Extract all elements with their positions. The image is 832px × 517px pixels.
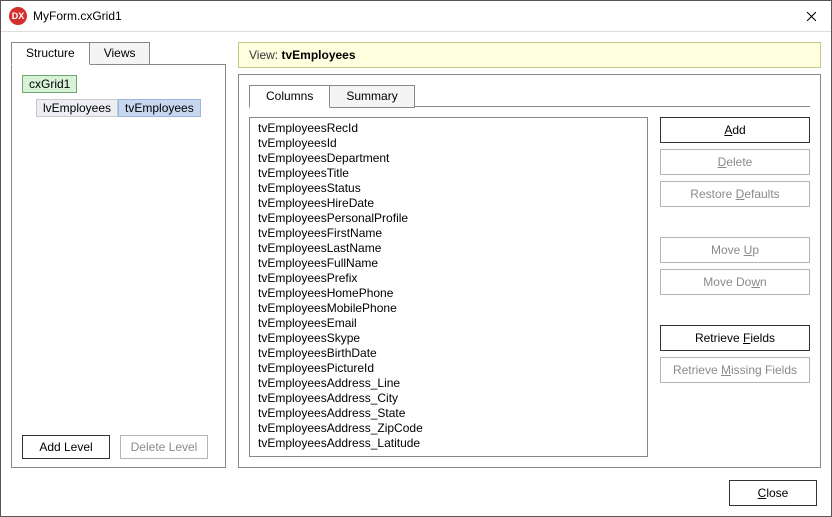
list-item[interactable]: tvEmployeesAddress_Latitude	[250, 436, 647, 451]
tab-structure[interactable]: Structure	[11, 42, 90, 65]
list-item[interactable]: tvEmployeesAddress_ZipCode	[250, 421, 647, 436]
side-buttons: Add Delete Restore Defaults Move Up Move…	[660, 117, 810, 457]
retrieve-missing-fields-button: Retrieve Missing Fields	[660, 357, 810, 383]
view-header-label: View:	[249, 48, 278, 62]
list-item[interactable]: tvEmployeesTitle	[250, 166, 647, 181]
list-item[interactable]: tvEmployeesFirstName	[250, 226, 647, 241]
columns-listbox[interactable]: tvEmployeesRecIdtvEmployeesIdtvEmployees…	[249, 117, 648, 457]
close-button[interactable]: Close	[729, 480, 817, 506]
app-icon: DX	[9, 7, 27, 25]
list-item[interactable]: tvEmployeesHireDate	[250, 196, 647, 211]
move-down-button: Move Down	[660, 269, 810, 295]
footer: Close	[1, 474, 831, 516]
restore-defaults-button: Restore Defaults	[660, 181, 810, 207]
list-item[interactable]: tvEmployeesPrefix	[250, 271, 647, 286]
tab-columns[interactable]: Columns	[249, 85, 330, 108]
left-panel: Structure Views cxGrid1 lvEmployeestvEmp…	[11, 42, 226, 468]
list-item[interactable]: tvEmployeesBirthDate	[250, 346, 647, 361]
tree-root[interactable]: cxGrid1	[22, 75, 77, 93]
columns-content: tvEmployeesRecIdtvEmployeesIdtvEmployees…	[249, 117, 810, 457]
tree-item[interactable]: tvEmployees	[118, 99, 201, 117]
list-item[interactable]: tvEmployeesAddress_Line	[250, 376, 647, 391]
list-item[interactable]: tvEmployeesMobilePhone	[250, 301, 647, 316]
right-panel: View: tvEmployees Columns Summary tvEmpl…	[238, 42, 821, 468]
retrieve-fields-button[interactable]: Retrieve Fields	[660, 325, 810, 351]
left-tabs: Structure Views	[11, 42, 226, 64]
window-title: MyForm.cxGrid1	[33, 9, 791, 23]
move-up-button: Move Up	[660, 237, 810, 263]
list-item[interactable]: tvEmployeesId	[250, 136, 647, 151]
list-item[interactable]: tvEmployeesAddress_City	[250, 391, 647, 406]
list-item[interactable]: tvEmployeesPersonalProfile	[250, 211, 647, 226]
tab-views[interactable]: Views	[90, 42, 151, 65]
view-header-value: tvEmployees	[281, 48, 355, 62]
list-item[interactable]: tvEmployeesPictureId	[250, 361, 647, 376]
structure-box: cxGrid1 lvEmployeestvEmployees Add Level…	[11, 64, 226, 468]
tab-summary[interactable]: Summary	[330, 85, 414, 108]
view-header: View: tvEmployees	[238, 42, 821, 68]
list-item[interactable]: tvEmployeesHomePhone	[250, 286, 647, 301]
delete-level-button: Delete Level	[120, 435, 208, 459]
list-item[interactable]: tvEmployeesAddress_State	[250, 406, 647, 421]
add-button[interactable]: Add	[660, 117, 810, 143]
delete-button: Delete	[660, 149, 810, 175]
structure-buttons: Add Level Delete Level	[22, 435, 215, 459]
add-level-button[interactable]: Add Level	[22, 435, 110, 459]
body: Structure Views cxGrid1 lvEmployeestvEmp…	[1, 32, 831, 474]
list-item[interactable]: tvEmployeesLastName	[250, 241, 647, 256]
window-close-button[interactable]	[791, 1, 831, 31]
list-item[interactable]: tvEmployeesDepartment	[250, 151, 647, 166]
structure-tree: cxGrid1 lvEmployeestvEmployees	[22, 75, 215, 427]
title-bar: DX MyForm.cxGrid1	[1, 1, 831, 32]
list-item[interactable]: tvEmployeesFullName	[250, 256, 647, 271]
window: DX MyForm.cxGrid1 Structure Views cxGrid…	[0, 0, 832, 517]
view-box: Columns Summary tvEmployeesRecIdtvEmploy…	[238, 74, 821, 468]
list-item[interactable]: tvEmployeesSkype	[250, 331, 647, 346]
right-tabs: Columns Summary	[249, 85, 810, 107]
list-item[interactable]: tvEmployeesStatus	[250, 181, 647, 196]
list-item[interactable]: tvEmployeesEmail	[250, 316, 647, 331]
list-item[interactable]: tvEmployeesRecId	[250, 121, 647, 136]
tree-item[interactable]: lvEmployees	[36, 99, 118, 117]
